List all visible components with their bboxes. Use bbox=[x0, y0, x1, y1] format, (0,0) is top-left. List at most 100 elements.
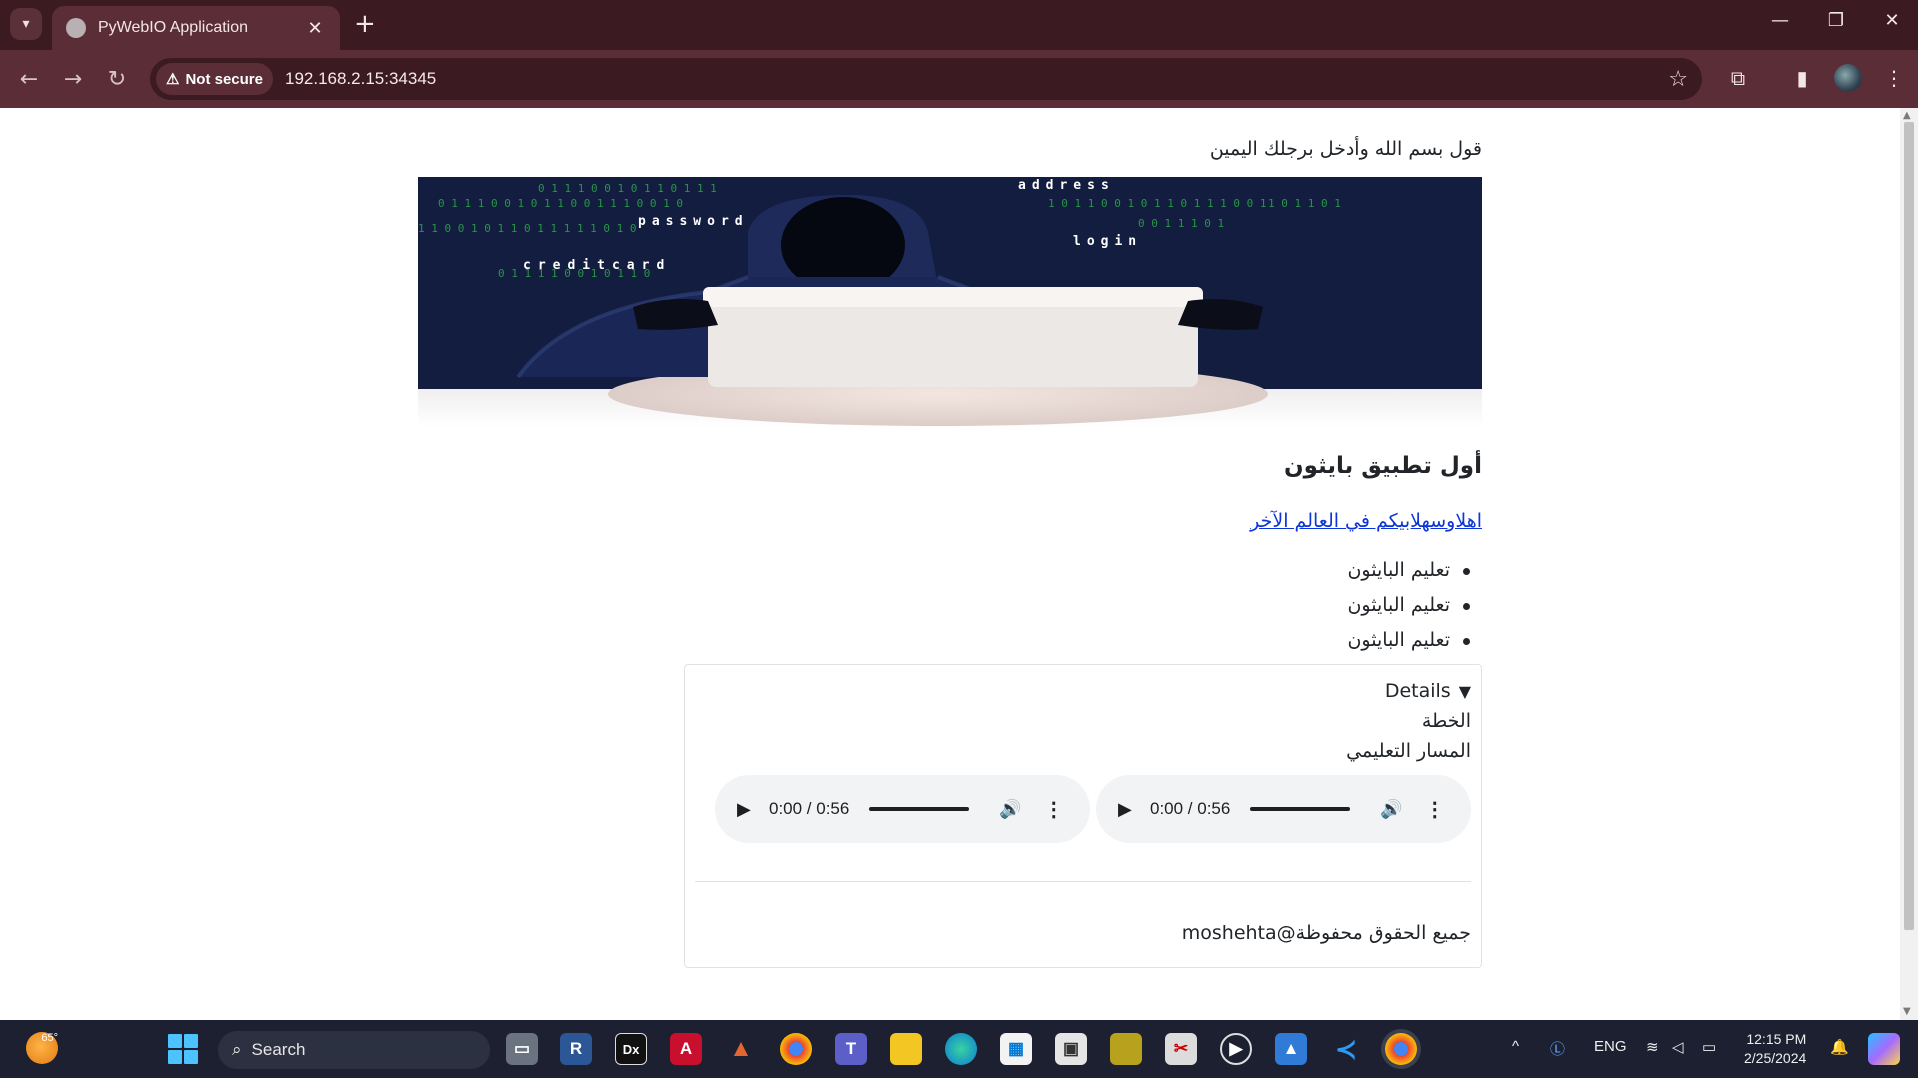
extensions-icon[interactable]: ⧉ bbox=[1724, 66, 1752, 90]
minimize-icon[interactable]: — bbox=[1760, 10, 1800, 31]
address-bar[interactable]: ⚠ Not secure 192.168.2.15:34345 ☆ bbox=[150, 58, 1702, 100]
volume-tray-icon[interactable]: ◁ bbox=[1672, 1038, 1684, 1056]
media-player-icon[interactable]: ▶ bbox=[1220, 1033, 1252, 1065]
audio-time: 0:00 / 0:56 bbox=[769, 799, 850, 818]
teams-icon[interactable]: T bbox=[835, 1033, 867, 1065]
restore-icon[interactable]: ❐ bbox=[1816, 10, 1856, 31]
copilot-icon[interactable] bbox=[1868, 1033, 1900, 1065]
hero-word-login: login bbox=[1073, 234, 1142, 249]
back-icon[interactable]: ← bbox=[14, 64, 44, 94]
details-summary[interactable]: ▼ Details bbox=[1385, 680, 1471, 702]
store-icon[interactable]: ▦ bbox=[1000, 1033, 1032, 1065]
topics-list: تعليم البايثون تعليم البايثون تعليم البا… bbox=[1347, 553, 1482, 658]
window-close-icon[interactable]: ✕ bbox=[1872, 10, 1912, 31]
audio-player-2[interactable]: ▶ 0:00 / 0:56 🔊 ⋮ bbox=[715, 775, 1090, 843]
url-text[interactable]: 192.168.2.15:34345 bbox=[285, 69, 436, 89]
details-line-path: المسار التعليمي bbox=[1346, 740, 1471, 762]
forward-icon[interactable]: → bbox=[58, 64, 88, 94]
audio-seek-slider[interactable] bbox=[1250, 807, 1351, 811]
more-options-icon[interactable]: ⋮ bbox=[1044, 797, 1064, 822]
audio-seek-slider[interactable] bbox=[869, 807, 970, 811]
chrome-active-icon[interactable] bbox=[1385, 1033, 1417, 1065]
photos-icon[interactable]: ▲ bbox=[1275, 1033, 1307, 1065]
task-view-icon[interactable]: ▭ bbox=[506, 1033, 538, 1065]
chevron-down-icon: ▾ bbox=[22, 16, 30, 32]
greeting-text: قول بسم الله وأدخل برجلك اليمين bbox=[1209, 138, 1482, 160]
taskbar: 65° ⌕ Search ▭ R Dx A ▲ T ▦ ▣ ✂ ▶ ▲ ≺ ^ … bbox=[0, 1020, 1918, 1078]
play-icon[interactable]: ▶ bbox=[1118, 799, 1136, 820]
play-icon[interactable]: ▶ bbox=[737, 799, 755, 820]
notification-bell-icon[interactable]: 🔔 bbox=[1830, 1038, 1849, 1056]
game-icon[interactable] bbox=[1110, 1033, 1142, 1065]
bookmark-star-icon[interactable]: ☆ bbox=[1668, 67, 1688, 92]
close-icon[interactable]: ✕ bbox=[304, 18, 326, 39]
security-chip[interactable]: ⚠ Not secure bbox=[156, 63, 273, 95]
hero-word-password: password bbox=[638, 214, 749, 229]
divider bbox=[695, 881, 1471, 882]
hero-word-creditcard: creditcard bbox=[523, 258, 671, 273]
list-item: تعليم البايثون bbox=[1347, 588, 1482, 623]
dx-icon[interactable]: Dx bbox=[615, 1033, 647, 1065]
autocad-icon[interactable]: A bbox=[670, 1033, 702, 1065]
page-viewport: قول بسم الله وأدخل برجلك اليمين 0 1 1 1 … bbox=[0, 108, 1900, 1020]
more-options-icon[interactable]: ⋮ bbox=[1425, 797, 1445, 822]
welcome-link[interactable]: اهلاوسهلابيكم في العالم الآخر bbox=[1250, 510, 1482, 532]
details-summary-label: Details bbox=[1384, 680, 1451, 702]
volume-icon[interactable]: 🔊 bbox=[1380, 799, 1402, 820]
details-card: ▼ Details الخطة المسار التعليمي ▶ 0:00 /… bbox=[684, 664, 1482, 968]
security-chip-label: Not secure bbox=[185, 70, 263, 88]
svg-text:0 0 1 1 1 0 1: 0 0 1 1 1 0 1 bbox=[1138, 217, 1224, 230]
menu-kebab-icon[interactable]: ⋮ bbox=[1880, 66, 1908, 90]
profile-avatar[interactable] bbox=[1834, 64, 1862, 92]
clock-time: 12:15 PM bbox=[1746, 1031, 1807, 1047]
new-tab-button[interactable]: + bbox=[354, 10, 376, 38]
vscode-icon[interactable]: ≺ bbox=[1330, 1033, 1362, 1065]
svg-text:1 0 1 1 0 1: 1 0 1 1 0 1 bbox=[1268, 197, 1341, 210]
svg-text:1 0 1 1 0 0 1 0 1 1 0 1 1 1 0: 1 0 1 1 0 0 1 0 1 1 0 1 1 1 0 0 1 bbox=[1048, 197, 1267, 210]
hero-word-address: address bbox=[1018, 178, 1115, 193]
taskbar-search-label: Search bbox=[251, 1040, 306, 1059]
footer-copyright: جميع الحقوق محفوظة@moshehta bbox=[1181, 922, 1471, 944]
revit-icon[interactable]: R bbox=[560, 1033, 592, 1065]
scroll-up-icon[interactable]: ▲ bbox=[1903, 110, 1911, 121]
weather-temp: 65° bbox=[41, 1032, 58, 1044]
file-explorer-icon[interactable] bbox=[890, 1033, 922, 1065]
system-clock[interactable]: 12:15 PM 2/25/2024 bbox=[1744, 1030, 1806, 1068]
svg-text:0 1 1 1 0 0 1 0 1 1 0 1 1 1: 0 1 1 1 0 0 1 0 1 1 0 1 1 1 bbox=[538, 182, 717, 195]
list-item: تعليم البايثون bbox=[1347, 553, 1482, 588]
tab-search-button[interactable]: ▾ bbox=[10, 8, 42, 40]
language-app-icon[interactable]: Ⓛ bbox=[1550, 1038, 1565, 1059]
page-scrollbar[interactable]: ▲ ▼ bbox=[1900, 108, 1918, 1020]
page-title: أول تطبيق بايثون bbox=[1283, 453, 1482, 479]
tab-favicon-icon bbox=[66, 18, 86, 38]
volume-icon[interactable]: 🔊 bbox=[999, 799, 1021, 820]
chrome-icon[interactable] bbox=[780, 1033, 812, 1065]
windows-start-icon[interactable] bbox=[168, 1034, 198, 1064]
audio-player-1[interactable]: ▶ 0:00 / 0:56 🔊 ⋮ bbox=[1096, 775, 1471, 843]
matlab-icon[interactable]: ▲ bbox=[725, 1033, 757, 1065]
scroll-thumb[interactable] bbox=[1904, 122, 1914, 930]
wifi-icon[interactable]: ≋ bbox=[1646, 1038, 1659, 1056]
warning-icon: ⚠ bbox=[166, 71, 180, 88]
clock-date: 2/25/2024 bbox=[1744, 1050, 1807, 1066]
svg-text:0 1 1 1 0 0 1 0 1 1 0 0 1 1 1: 0 1 1 1 0 0 1 0 1 1 0 0 1 1 1 0 0 1 0 bbox=[438, 197, 683, 210]
tab-pywebio[interactable]: PyWebIO Application ✕ bbox=[52, 6, 340, 50]
hero-image: 0 1 1 1 0 0 1 0 1 1 0 0 1 1 1 0 0 1 0 1 … bbox=[418, 177, 1482, 427]
details-line-plan: الخطة bbox=[1421, 710, 1471, 732]
chevron-up-icon[interactable]: ^ bbox=[1512, 1038, 1519, 1055]
taskbar-search[interactable]: ⌕ Search bbox=[218, 1031, 490, 1069]
svg-text:1 1 0 0 1 0 1 1 0 1 1 1 1 1 0: 1 1 0 0 1 0 1 1 0 1 1 1 1 1 0 1 0 bbox=[418, 222, 637, 235]
input-language[interactable]: ENG bbox=[1594, 1038, 1627, 1055]
tab-strip: ▾ PyWebIO Application ✕ + — ❐ ✕ bbox=[0, 0, 1918, 50]
reload-icon[interactable]: ↻ bbox=[102, 64, 132, 94]
tool-icon[interactable]: ✂ bbox=[1165, 1033, 1197, 1065]
weather-icon[interactable]: 65° bbox=[26, 1032, 58, 1064]
browser-toolbar: ← → ↻ ⚠ Not secure 192.168.2.15:34345 ☆ … bbox=[0, 50, 1918, 108]
side-panel-icon[interactable]: ▮ bbox=[1788, 66, 1816, 90]
edge-icon[interactable] bbox=[945, 1033, 977, 1065]
hacker-illustration: 0 1 1 1 0 0 1 0 1 1 0 0 1 1 1 0 0 1 0 1 … bbox=[418, 177, 1482, 426]
snipping-icon[interactable]: ▣ bbox=[1055, 1033, 1087, 1065]
battery-icon[interactable]: ▭ bbox=[1702, 1038, 1716, 1056]
scroll-down-icon[interactable]: ▼ bbox=[1903, 1006, 1911, 1017]
tab-title: PyWebIO Application bbox=[98, 19, 249, 36]
